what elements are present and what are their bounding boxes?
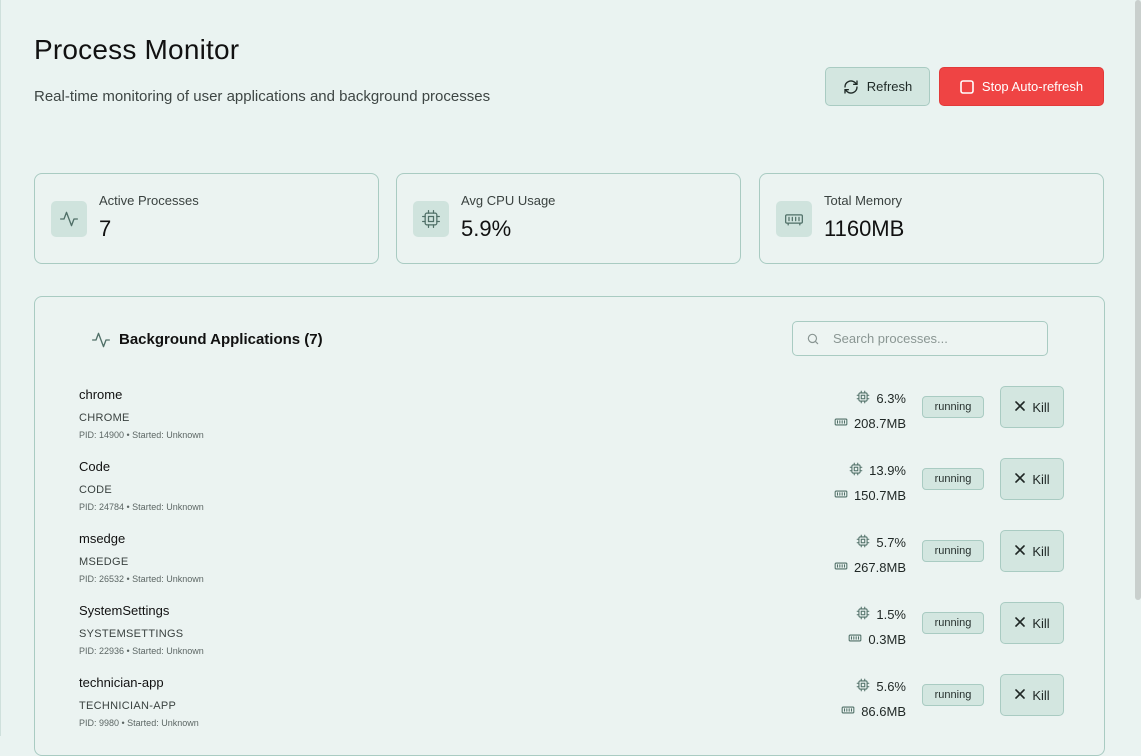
memory-value: 208.7MB (853, 416, 906, 431)
process-executable: SYSTEMSETTINGS (79, 628, 184, 640)
memory-metric: 0.3MB (848, 631, 906, 648)
stop-square-icon (960, 79, 974, 94)
stat-card-active-processes: Active Processes 7 (34, 173, 379, 264)
cpu-value: 5.6% (876, 679, 906, 694)
process-executable: CODE (79, 484, 112, 496)
page-title: Process Monitor (34, 34, 240, 65)
cpu-metric: 5.6% (856, 678, 906, 695)
kill-button[interactable]: Kill (1000, 386, 1064, 428)
search-input[interactable] (831, 330, 1025, 347)
close-icon (1014, 400, 1026, 415)
memory-metric: 86.6MB (841, 703, 906, 720)
status-badge: running (922, 468, 984, 490)
process-monitor-page: Process Monitor Real-time monitoring of … (0, 0, 1141, 756)
cpu-metric: 6.3% (856, 390, 906, 407)
memory-metric: 267.8MB (834, 559, 906, 576)
stat-value: 7 (99, 216, 112, 241)
activity-icon (91, 330, 111, 355)
process-meta: PID: 9980 • Started: Unknown (79, 718, 199, 728)
memory-value: 0.3MB (868, 632, 906, 647)
kill-label: Kill (1032, 471, 1050, 487)
process-meta: PID: 24784 • Started: Unknown (79, 502, 204, 512)
stop-auto-refresh-button[interactable]: Stop Auto-refresh (939, 67, 1104, 106)
cpu-icon (413, 201, 449, 237)
kill-label: Kill (1032, 399, 1050, 415)
process-name: technician-app (79, 675, 164, 690)
stat-card-total-memory: Total Memory 1160MB (759, 173, 1104, 264)
memory-value: 86.6MB (861, 704, 906, 719)
stat-card-avg-cpu: Avg CPU Usage 5.9% (396, 173, 741, 264)
process-name: SystemSettings (79, 603, 170, 618)
cpu-icon (856, 678, 870, 695)
memory-icon (834, 415, 848, 432)
process-name: chrome (79, 387, 123, 402)
cpu-icon (849, 462, 863, 479)
memory-value: 150.7MB (853, 488, 906, 503)
stop-auto-refresh-label: Stop Auto-refresh (981, 79, 1084, 94)
cpu-icon (856, 390, 870, 407)
cpu-value: 5.7% (876, 535, 906, 550)
refresh-label: Refresh (866, 79, 913, 94)
kill-button[interactable]: Kill (1000, 530, 1064, 572)
memory-metric: 150.7MB (834, 487, 906, 504)
status-badge: running (922, 540, 984, 562)
stat-value: 5.9% (461, 216, 512, 241)
kill-button[interactable]: Kill (1000, 458, 1064, 500)
memory-icon (834, 559, 848, 576)
close-icon (1014, 616, 1026, 631)
process-row: SystemSettings SYSTEMSETTINGS PID: 22936… (35, 602, 1104, 675)
close-icon (1014, 688, 1026, 703)
process-meta: PID: 14900 • Started: Unknown (79, 430, 204, 440)
process-meta: PID: 26532 • Started: Unknown (79, 574, 204, 584)
stat-label: Total Memory (824, 193, 903, 208)
cpu-icon (856, 534, 870, 551)
memory-metric: 208.7MB (834, 415, 906, 432)
process-executable: MSEDGE (79, 556, 129, 568)
stat-label: Avg CPU Usage (461, 193, 556, 208)
vertical-scrollbar[interactable] (1135, 0, 1141, 600)
close-icon (1014, 472, 1026, 487)
status-badge: running (922, 612, 984, 634)
stat-value: 1160MB (824, 216, 905, 241)
background-applications-panel: Background Applications (7) chrome CHROM… (34, 296, 1105, 756)
process-row: chrome CHROME PID: 14900 • Started: Unkn… (35, 386, 1104, 459)
process-meta: PID: 22936 • Started: Unknown (79, 646, 204, 656)
kill-label: Kill (1032, 543, 1050, 559)
kill-button[interactable]: Kill (1000, 674, 1064, 716)
activity-icon (51, 201, 87, 237)
memory-value: 267.8MB (853, 560, 906, 575)
close-icon (1014, 544, 1026, 559)
memory-icon (776, 201, 812, 237)
process-executable: TECHNICIAN-APP (79, 700, 177, 712)
process-name: msedge (79, 531, 126, 546)
kill-label: Kill (1032, 687, 1050, 703)
cpu-metric: 1.5% (856, 606, 906, 623)
cpu-value: 13.9% (869, 463, 906, 478)
kill-label: Kill (1032, 615, 1050, 631)
cpu-value: 1.5% (876, 607, 906, 622)
process-row: technician-app TECHNICIAN-APP PID: 9980 … (35, 674, 1104, 747)
process-name: Code (79, 459, 111, 474)
refresh-icon (843, 79, 859, 95)
process-row: msedge MSEDGE PID: 26532 • Started: Unkn… (35, 530, 1104, 603)
cpu-metric: 13.9% (849, 462, 906, 479)
memory-icon (848, 631, 862, 648)
cpu-metric: 5.7% (856, 534, 906, 551)
refresh-button[interactable]: Refresh (825, 67, 930, 106)
page-subtitle: Real-time monitoring of user application… (34, 88, 491, 105)
panel-title: Background Applications (7) (119, 331, 323, 348)
search-icon (806, 332, 820, 346)
memory-icon (841, 703, 855, 720)
process-row: Code CODE PID: 24784 • Started: Unknown … (35, 458, 1104, 531)
memory-icon (834, 487, 848, 504)
status-badge: running (922, 684, 984, 706)
process-executable: CHROME (79, 412, 130, 424)
stat-label: Active Processes (99, 193, 199, 208)
cpu-icon (856, 606, 870, 623)
status-badge: running (922, 396, 984, 418)
search-box (792, 321, 1048, 356)
kill-button[interactable]: Kill (1000, 602, 1064, 644)
cpu-value: 6.3% (876, 391, 906, 406)
